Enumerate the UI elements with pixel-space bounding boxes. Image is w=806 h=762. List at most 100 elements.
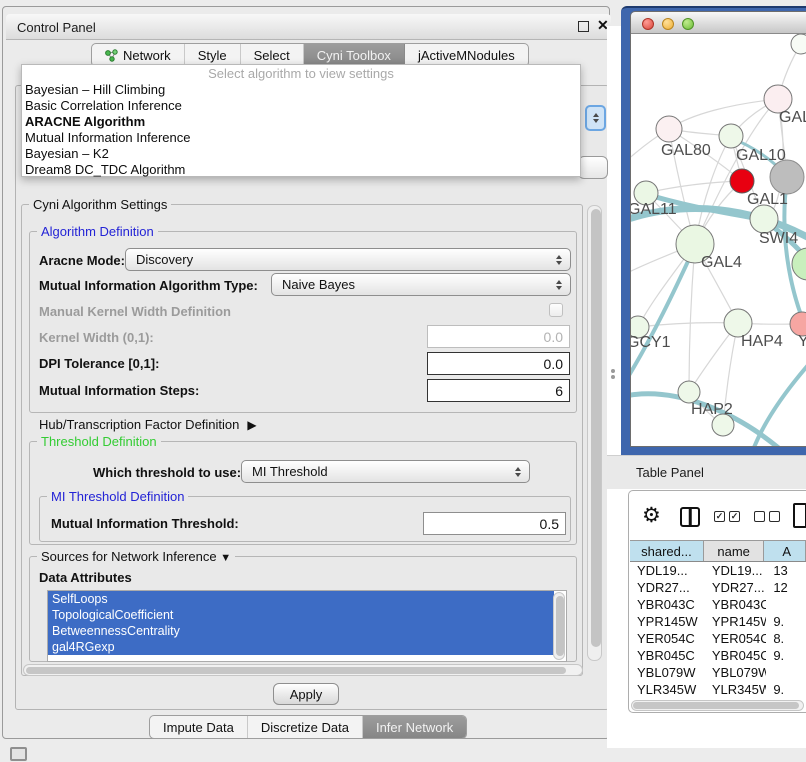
tab-style[interactable]: Style	[185, 44, 241, 66]
node-label: Y	[798, 333, 806, 350]
data-attribute-item[interactable]: BetweennessCentrality	[48, 623, 554, 639]
table-function-icon[interactable]	[793, 503, 806, 528]
zoom-window-icon[interactable]	[682, 18, 694, 30]
data-attribute-item[interactable]: TopologicalCoefficient	[48, 607, 554, 623]
dpi-tolerance-input[interactable]	[427, 352, 570, 375]
node-table: shared... name A YDL19...YDL19...13YDR27…	[630, 540, 806, 698]
column-header-shared-name[interactable]: shared...	[630, 541, 704, 561]
data-attribute-item[interactable]: gal4RGexp	[48, 639, 554, 655]
minimize-window-icon[interactable]	[662, 18, 674, 30]
which-threshold-label: Which threshold to use:	[93, 465, 241, 480]
mi-type-select[interactable]: Naive Bayes	[271, 273, 571, 296]
mi-threshold-input[interactable]	[423, 512, 566, 535]
settings-horizontal-scrollbar[interactable]	[23, 664, 583, 676]
network-node[interactable]	[792, 248, 806, 280]
column-header-partial[interactable]: A	[764, 541, 806, 561]
cyni-bottom-tabs: Impute Data Discretize DataInfer Network	[149, 715, 467, 739]
table-panel-title: Table Panel	[636, 465, 704, 480]
inference-algorithm-select-fragment[interactable]	[585, 105, 606, 131]
apply-button[interactable]: Apply	[273, 683, 339, 705]
network-node[interactable]	[719, 124, 743, 148]
deselect-all-columns-icon[interactable]	[754, 511, 780, 522]
data-attributes-list[interactable]: SelfLoopsTopologicalCoefficientBetweenne…	[47, 590, 567, 662]
mi-steps-input[interactable]	[427, 379, 570, 402]
which-threshold-select[interactable]: MI Threshold	[241, 460, 530, 483]
stepper-icon	[556, 255, 562, 265]
node-label: GAL80	[661, 142, 711, 159]
data-attribute-item[interactable]: SelfLoops	[48, 591, 554, 607]
tab-label: jActiveMNodules	[418, 48, 515, 63]
table-header-row: shared... name A	[630, 540, 806, 562]
node-label: HAP4	[741, 333, 783, 350]
network-node[interactable]	[770, 160, 804, 194]
network-node[interactable]	[656, 116, 682, 142]
node-label: GAL10	[736, 147, 786, 164]
network-node[interactable]	[750, 205, 778, 233]
algorithm-option[interactable]: Dream8 DC_TDC Algorithm	[22, 162, 580, 178]
aracne-mode-value: Discovery	[136, 252, 193, 267]
table-row[interactable]: YDL19...YDL19...13	[630, 562, 806, 579]
tab-label: Impute Data	[163, 720, 234, 735]
tab-network[interactable]: Network	[92, 44, 185, 66]
collapsed-panel-icon[interactable]	[10, 747, 27, 761]
tab-jactivemnodules[interactable]: jActiveMNodules	[405, 44, 528, 66]
tab-infer-network[interactable]: Infer Network	[363, 716, 466, 738]
attributes-list-scrollbar[interactable]	[553, 592, 565, 660]
expand-down-icon: ▼	[220, 552, 231, 564]
table-row[interactable]: YBR045CYBR045C9.	[630, 647, 806, 664]
network-icon	[105, 49, 118, 62]
table-cell: YBL079W	[705, 664, 766, 681]
table-settings-gear-icon[interactable]: ⚙	[642, 503, 661, 528]
table-row[interactable]: YER054CYER054C8.	[630, 630, 806, 647]
table-select-fragment[interactable]	[578, 156, 608, 179]
tab-discretize-data[interactable]: Discretize Data	[248, 716, 363, 738]
table-horizontal-scrollbar-thumb[interactable]	[633, 702, 799, 709]
network-graph: GALGAL80GAL10GAL1GAL11SWI4GAL4GCY1HAP4YH…	[631, 34, 806, 447]
column-header-name[interactable]: name	[704, 541, 764, 561]
select-all-columns-icon[interactable]: ✓✓	[714, 511, 740, 522]
table-cell: 9.	[766, 647, 806, 664]
table-row[interactable]: YBR043CYBR043C	[630, 596, 806, 613]
table-cell: 12	[766, 579, 806, 596]
network-node[interactable]	[730, 169, 754, 193]
algorithm-option[interactable]: Mutual Information Inference	[22, 130, 580, 146]
network-node[interactable]	[791, 34, 806, 54]
node-label: GAL4	[701, 254, 742, 271]
manual-kernel-label: Manual Kernel Width Definition	[39, 304, 231, 319]
tab-select[interactable]: Select	[241, 44, 304, 66]
algorithm-option[interactable]: ARACNE Algorithm	[22, 114, 580, 130]
table-columns-icon[interactable]	[680, 507, 700, 527]
algorithm-option[interactable]: Bayesian – K2	[22, 146, 580, 162]
kernel-width-label: Kernel Width (0,1):	[39, 330, 154, 345]
expand-right-icon: ▶	[247, 418, 256, 432]
table-cell: 9.	[766, 681, 806, 698]
hub-definition-toggle[interactable]: Hub/Transcription Factor Definition▶	[39, 417, 257, 432]
table-cell: YER054C	[630, 630, 705, 647]
close-window-icon[interactable]	[642, 18, 654, 30]
kernel-width-input[interactable]	[427, 325, 570, 348]
network-node[interactable]	[678, 381, 700, 403]
mi-type-label: Mutual Information Algorithm Type:	[39, 278, 258, 293]
table-cell: 13	[766, 562, 806, 579]
table-row[interactable]: YPR145WYPR145W9.	[630, 613, 806, 630]
settings-vertical-scrollbar[interactable]	[587, 205, 602, 661]
algorithm-option[interactable]: Basic Correlation Inference	[22, 98, 580, 114]
tab-impute-data[interactable]: Impute Data	[150, 716, 248, 738]
table-row[interactable]: YLR345WYLR345W9.	[630, 681, 806, 698]
table-row[interactable]: YDR27...YDR27...12	[630, 579, 806, 596]
tab-cyni-toolbox[interactable]: Cyni Toolbox	[304, 44, 405, 66]
node-label: GCY1	[631, 334, 671, 351]
algorithm-definition-label: Algorithm Definition	[37, 224, 158, 239]
float-panel-icon[interactable]	[578, 21, 589, 32]
table-cell	[766, 664, 806, 681]
network-canvas[interactable]: GALGAL80GAL10GAL1GAL11SWI4GAL4GCY1HAP4YH…	[631, 34, 806, 447]
algorithm-option[interactable]: Bayesian – Hill Climbing	[22, 82, 580, 98]
aracne-mode-select[interactable]: Discovery	[125, 248, 571, 271]
manual-kernel-checkbox[interactable]	[549, 303, 563, 317]
sources-group-label[interactable]: Sources for Network Inference ▼	[37, 549, 235, 564]
mi-type-value: Naive Bayes	[282, 277, 355, 292]
network-window-titlebar[interactable]	[631, 12, 806, 34]
algorithm-dropdown-placeholder: Select algorithm to view settings	[22, 65, 580, 82]
panel-divider-handle[interactable]	[611, 369, 616, 380]
table-row[interactable]: YBL079WYBL079W	[630, 664, 806, 681]
